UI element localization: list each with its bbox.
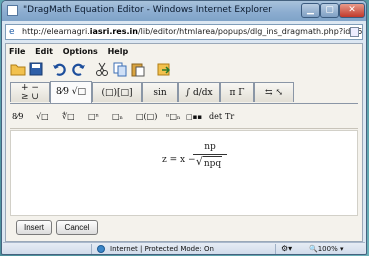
insert-button[interactable]: Insert: [16, 220, 52, 235]
sqrt-button[interactable]: √□: [36, 109, 49, 125]
menu-options[interactable]: Options: [63, 47, 98, 56]
open-folder-icon[interactable]: [10, 61, 26, 77]
fraction-numerator: np: [204, 142, 216, 152]
equation-canvas[interactable]: z = x − np √ npq: [10, 130, 358, 216]
menu-edit[interactable]: Edit: [35, 47, 53, 56]
sqrt-radicand: npq: [203, 159, 222, 169]
nth-root-button[interactable]: ∜□: [62, 109, 75, 125]
security-zone-text[interactable]: Internet | Protected Mode: On: [110, 245, 214, 253]
tab-brackets[interactable]: (□)[□]: [92, 82, 142, 102]
dialog-buttons: Insert Cancel: [10, 220, 358, 236]
minimize-button[interactable]: ▁: [301, 3, 320, 18]
symbol-palette: 8⁄9 √□ ∜□ □ⁿ □ₙ □(□) ⁿ□ₙ □▪▪ det Tr: [10, 106, 358, 129]
fraction-denominator: √ npq: [193, 155, 227, 171]
tab-operators[interactable]: + − ≥ ∪: [10, 82, 50, 102]
sub-superscript-button[interactable]: ⁿ□ₙ: [166, 109, 180, 125]
status-divider: [275, 244, 276, 254]
page-icon: [7, 5, 18, 16]
dragmath-editor: File Edit Options Help + − ≥ ∪ 8⁄9 √□ (□…: [5, 43, 363, 242]
equation-lhs: z = x −: [162, 155, 196, 165]
address-bar[interactable]: e http://elearnagri.iasri.res.in/lib/edi…: [5, 24, 363, 40]
cancel-button[interactable]: Cancel: [56, 220, 98, 235]
tab-brackets-label: (□)[□]: [101, 88, 133, 98]
zoom-value: 100%: [317, 245, 338, 253]
undo-icon[interactable]: [52, 61, 68, 77]
cut-icon[interactable]: [94, 61, 110, 77]
close-button[interactable]: ✕: [339, 3, 365, 18]
browser-window: "DragMath Equation Editor - Windows Inte…: [1, 0, 367, 255]
sqrt-expression: √ npq: [196, 155, 223, 171]
tab-functions-label: sin: [153, 88, 167, 98]
tab-calculus-label: ∫ d/dx: [185, 88, 213, 98]
menu-bar: File Edit Options Help: [9, 47, 135, 59]
title-bar: "DragMath Equation Editor - Windows Inte…: [2, 1, 366, 21]
tab-operators-label: + − ≥ ∪: [21, 83, 39, 102]
status-divider: [91, 244, 92, 254]
tab-greek-label: π Γ: [229, 88, 245, 98]
function-paren-button[interactable]: □(□): [136, 109, 157, 125]
tab-calculus[interactable]: ∫ d/dx: [178, 82, 220, 102]
page-icon[interactable]: [350, 27, 359, 37]
trace-button[interactable]: Tr: [225, 109, 234, 125]
fraction-button[interactable]: 8⁄9: [12, 109, 24, 125]
power-button[interactable]: □ⁿ: [88, 109, 99, 125]
status-bar: Internet | Protected Mode: On ⚙▾ 🔍100% ▾: [3, 242, 365, 254]
det-button[interactable]: det: [209, 109, 222, 125]
ie-icon: e: [9, 27, 15, 37]
zoom-level[interactable]: 🔍100% ▾: [309, 245, 343, 253]
copy-icon[interactable]: [112, 61, 128, 77]
equation-fraction: np √ npq: [193, 141, 227, 170]
matrix-button[interactable]: □▪▪: [186, 109, 202, 125]
sqrt-sign-icon: √: [195, 155, 203, 168]
menu-help[interactable]: Help: [108, 47, 129, 56]
toolbar: [10, 61, 210, 79]
redo-icon[interactable]: [70, 61, 86, 77]
export-icon[interactable]: [156, 61, 172, 77]
tab-arrows-label: ⇆ ⤡: [265, 88, 283, 98]
address-url[interactable]: http://elearnagri.iasri.res.in/lib/edito…: [22, 27, 362, 36]
internet-globe-icon: [97, 245, 105, 253]
menu-file[interactable]: File: [9, 47, 25, 56]
maximize-button[interactable]: ▢: [320, 3, 339, 18]
tab-fractions-roots-label: 8⁄9 √□: [55, 87, 87, 97]
tab-functions[interactable]: sin: [142, 82, 178, 102]
symbol-tabs: + − ≥ ∪ 8⁄9 √□ (□)[□] sin ∫ d/dx π Γ ⇆ ⤡: [10, 81, 358, 104]
tab-greek[interactable]: π Γ: [220, 82, 254, 102]
tab-arrows[interactable]: ⇆ ⤡: [254, 82, 294, 102]
tab-fractions-roots[interactable]: 8⁄9 √□: [50, 81, 92, 103]
save-icon[interactable]: [28, 61, 44, 77]
paste-icon[interactable]: [130, 61, 146, 77]
subscript-button[interactable]: □ₙ: [112, 109, 123, 125]
window-title: "DragMath Equation Editor - Windows Inte…: [23, 5, 272, 15]
security-settings-icon[interactable]: ⚙▾: [281, 244, 292, 253]
